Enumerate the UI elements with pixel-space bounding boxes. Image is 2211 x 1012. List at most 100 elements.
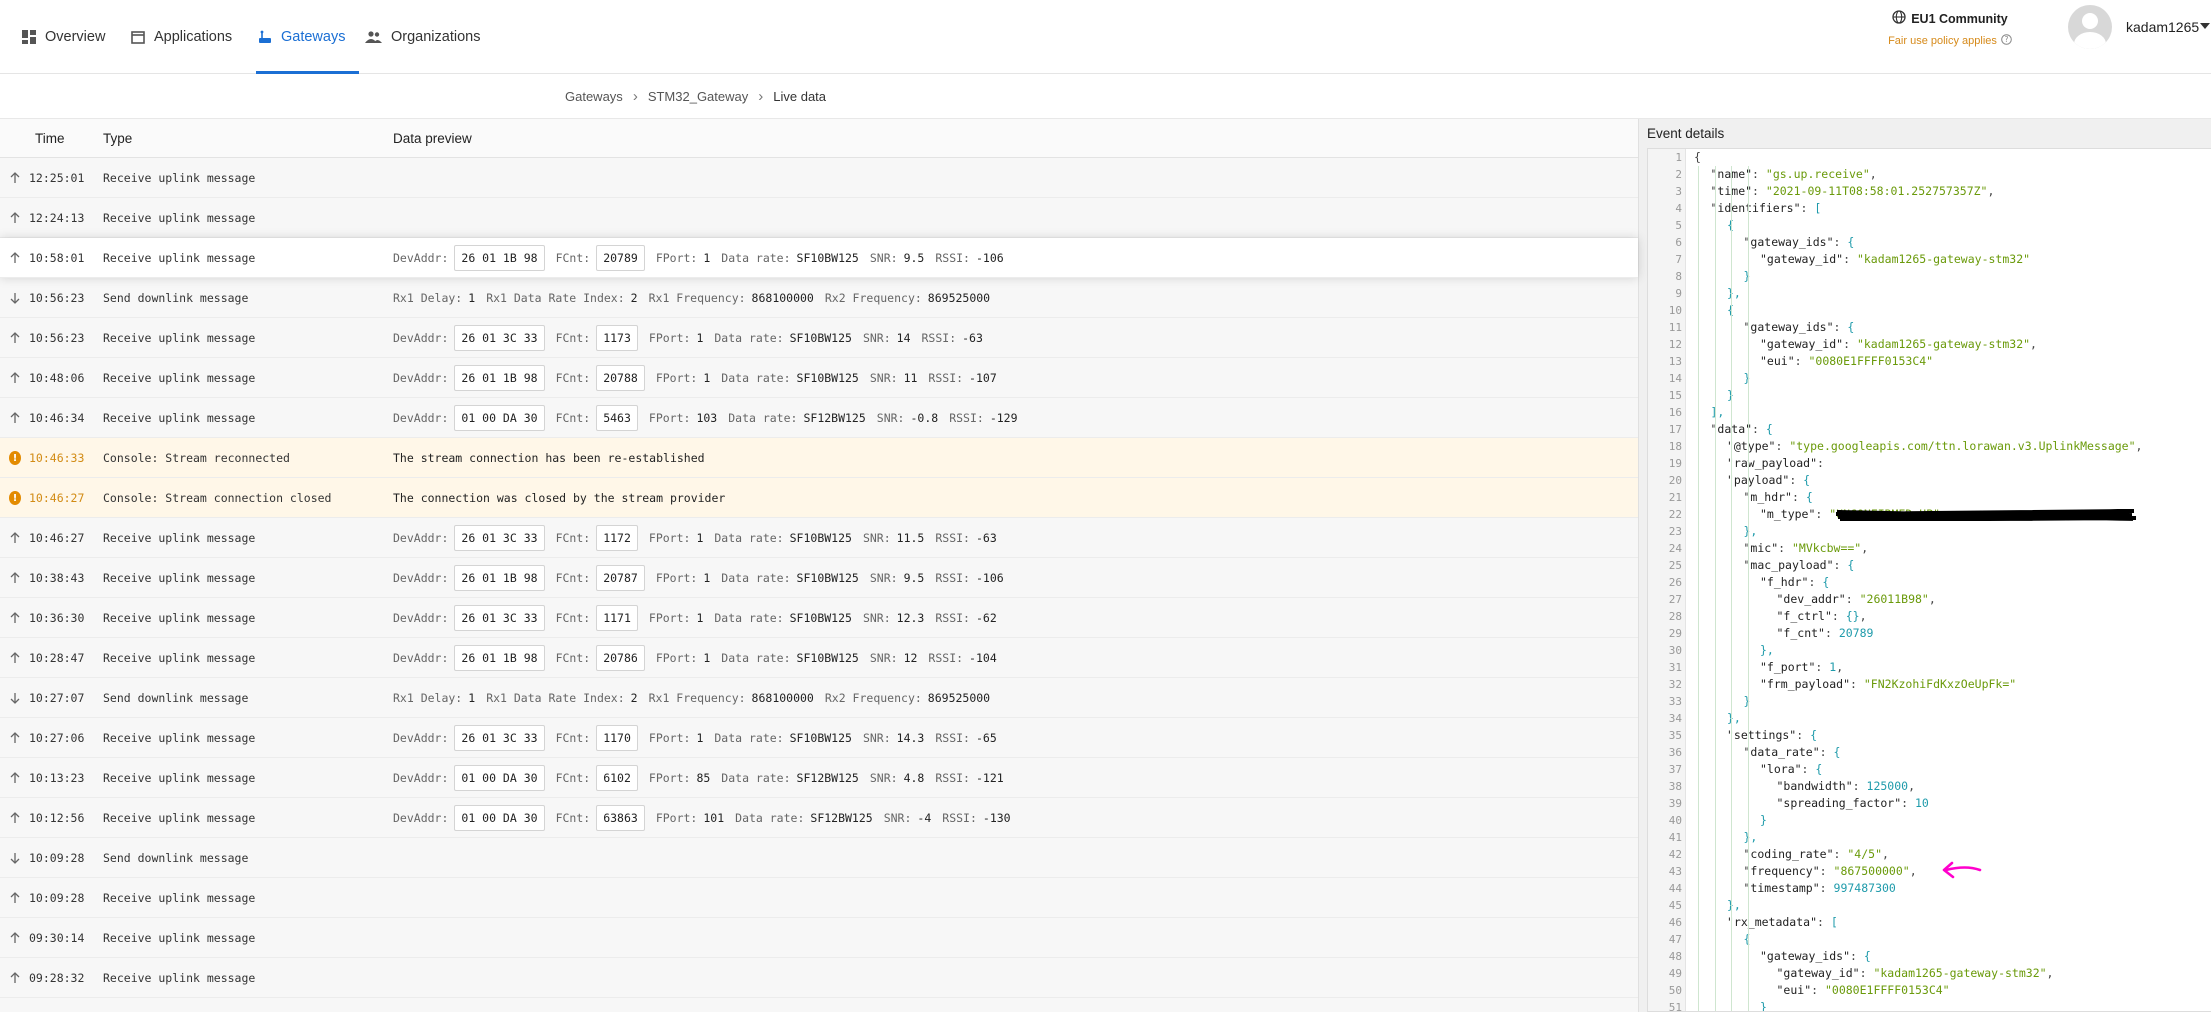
json-token: :	[1819, 881, 1834, 895]
devaddr-value[interactable]: 01 00 DA 30	[454, 405, 545, 431]
fcnt-label: FCnt:	[555, 731, 591, 745]
people-icon	[365, 31, 382, 43]
breadcrumb-gateway[interactable]: STM32_Gateway	[648, 89, 748, 104]
tab-overview[interactable]: Overview	[22, 0, 105, 74]
snr-value: 9.5	[903, 251, 925, 265]
arrow-up-icon	[9, 931, 21, 945]
arrow-up-icon	[9, 571, 21, 585]
fcnt-value[interactable]: 5463	[596, 405, 638, 431]
fcnt-value[interactable]: 1173	[596, 325, 638, 351]
table-row[interactable]: 10:28:47 Receive uplink message DevAddr: 26…	[0, 638, 1638, 678]
fport-label: FPort:	[648, 411, 691, 425]
devaddr-value[interactable]: 26 01 1B 98	[454, 365, 545, 391]
devaddr-value[interactable]: 26 01 3C 33	[454, 725, 545, 751]
fcnt-value[interactable]: 20789	[596, 245, 645, 271]
username[interactable]: kadam1265	[2126, 19, 2199, 35]
row-type: Receive uplink message	[103, 611, 256, 625]
tab-applications[interactable]: Applications	[131, 0, 232, 74]
cluster-selector[interactable]: EU1 Community Fair use policy applies ?	[1885, 10, 2015, 48]
json-token: "26011B98"	[1859, 592, 1929, 606]
code-line: "@type": "type.googleapis.com/ttn.lorawa…	[1727, 438, 2142, 455]
json-token: :	[1843, 252, 1857, 266]
table-row[interactable]: 12:25:01 Receive uplink message	[0, 158, 1638, 198]
table-row[interactable]: 10:48:06 Receive uplink message DevAddr: 26…	[0, 358, 1638, 398]
devaddr-value[interactable]: 26 01 3C 33	[454, 605, 545, 631]
line-number: 31	[1668, 661, 1682, 674]
rssi-value: -129	[989, 411, 1018, 425]
row-type: Receive uplink message	[103, 531, 256, 545]
fcnt-value[interactable]: 20786	[596, 645, 645, 671]
devaddr-value[interactable]: 26 01 3C 33	[454, 325, 545, 351]
table-row[interactable]: 09:30:14 Receive uplink message	[0, 918, 1638, 958]
fcnt-value[interactable]: 6102	[596, 765, 638, 791]
snr-value: 4.8	[903, 771, 925, 785]
avatar[interactable]	[2068, 5, 2112, 49]
rssi-value: -65	[975, 731, 997, 745]
fcnt-value[interactable]: 1170	[596, 725, 638, 751]
fcnt-value[interactable]: 20787	[596, 565, 645, 591]
table-row[interactable]: 10:46:34 Receive uplink message DevAddr: 01…	[0, 398, 1638, 438]
table-row[interactable]: 12:24:13 Receive uplink message	[0, 198, 1638, 238]
fcnt-value[interactable]: 1171	[596, 605, 638, 631]
row-time: 10:46:27	[29, 531, 85, 545]
table-row[interactable]: ! 10:46:33 Console: Stream reconnected The …	[0, 438, 1638, 478]
json-token: "identifiers"	[1710, 201, 1801, 215]
table-row[interactable]: 10:46:27 Receive uplink message DevAddr: 26…	[0, 518, 1638, 558]
code-line: }	[1760, 812, 1767, 829]
json-token: ,	[2135, 439, 2143, 453]
json-token: ,	[2030, 337, 2037, 351]
fcnt-value[interactable]: 1172	[596, 525, 638, 551]
row-data-preview: DevAddr: 26 01 1B 98 FCnt: 20787 FPort: 1 Data…	[393, 558, 1015, 598]
table-row[interactable]: 10:36:30 Receive uplink message DevAddr: 26…	[0, 598, 1638, 638]
devaddr-label: DevAddr:	[393, 571, 449, 585]
datarate-label: Data rate:	[721, 571, 791, 585]
tab-gateways[interactable]: Gateways	[255, 0, 361, 74]
table-row[interactable]: 10:12:56 Receive uplink message DevAddr: 01…	[0, 798, 1638, 838]
snr-label: SNR:	[862, 531, 891, 545]
json-token: "frm_payload"	[1760, 677, 1851, 691]
table-row[interactable]: 10:38:43 Receive uplink message DevAddr: 26…	[0, 558, 1638, 598]
tab-organizations[interactable]: Organizations	[365, 0, 480, 74]
devaddr-value[interactable]: 26 01 1B 98	[454, 245, 545, 271]
table-row[interactable]: 10:56:23 Receive uplink message DevAddr: 26…	[0, 318, 1638, 358]
table-row[interactable]: 10:58:01 Receive uplink message DevAddr: 26…	[0, 238, 1638, 278]
globe-icon	[1892, 10, 1906, 27]
table-row[interactable]: 10:56:23 Send downlink message Rx1 Delay: 1…	[0, 278, 1638, 318]
devaddr-value[interactable]: 26 01 1B 98	[454, 565, 545, 591]
devaddr-value[interactable]: 01 00 DA 30	[454, 805, 545, 831]
row-type: Receive uplink message	[103, 211, 256, 225]
fport-label: FPort:	[655, 371, 698, 385]
table-row[interactable]: 10:27:07 Send downlink message Rx1 Delay: 1…	[0, 678, 1638, 718]
code-line: "bandwidth": 125000,	[1777, 778, 1916, 795]
table-row[interactable]: 10:13:23 Receive uplink message DevAddr: 01…	[0, 758, 1638, 798]
json-token: ,	[1908, 779, 1916, 793]
table-row[interactable]: 10:09:28 Send downlink message	[0, 838, 1638, 878]
row-time: 10:09:28	[29, 891, 85, 905]
breadcrumb-gateways[interactable]: Gateways	[565, 89, 623, 104]
line-number: 16	[1668, 406, 1682, 419]
table-row[interactable]: 10:09:28 Receive uplink message	[0, 878, 1638, 918]
fcnt-label: FCnt:	[555, 771, 591, 785]
code-line: "time": "2021-09-11T08:58:01.252757357Z"…	[1711, 183, 1995, 200]
table-row[interactable]: 10:27:06 Receive uplink message DevAddr: 26…	[0, 718, 1638, 758]
snr-value: 14.3	[896, 731, 925, 745]
json-token: :	[1852, 779, 1867, 793]
row-time: 10:46:34	[29, 411, 85, 425]
json-code-viewer[interactable]: 1 2 3 4 5 6 7 8 9 10 11 12 13 14 15 16 17 18 19 20 21 22 23 24 2…	[1647, 148, 2211, 1012]
row-time: 10:27:07	[29, 691, 85, 705]
indent-guide	[1698, 166, 1699, 1011]
json-token: "rx_metadata"	[1727, 915, 1818, 929]
rssi-label: RSSI:	[935, 731, 970, 745]
chevron-down-icon[interactable]	[2200, 23, 2210, 29]
devaddr-value[interactable]: 01 00 DA 30	[454, 765, 545, 791]
devaddr-value[interactable]: 26 01 1B 98	[454, 645, 545, 671]
table-row[interactable]: ! 10:46:27 Console: Stream connection clos…	[0, 478, 1638, 518]
indent-guide	[1714, 166, 1716, 1011]
fair-use-policy-link[interactable]: Fair use policy applies	[1888, 35, 1997, 47]
devaddr-value[interactable]: 26 01 3C 33	[454, 525, 545, 551]
fcnt-value[interactable]: 20788	[596, 365, 645, 391]
table-row[interactable]: 09:28:32 Receive uplink message	[0, 958, 1638, 998]
help-icon[interactable]: ?	[2001, 34, 2012, 48]
line-number: 20	[1668, 474, 1682, 487]
fcnt-value[interactable]: 63863	[596, 805, 645, 831]
